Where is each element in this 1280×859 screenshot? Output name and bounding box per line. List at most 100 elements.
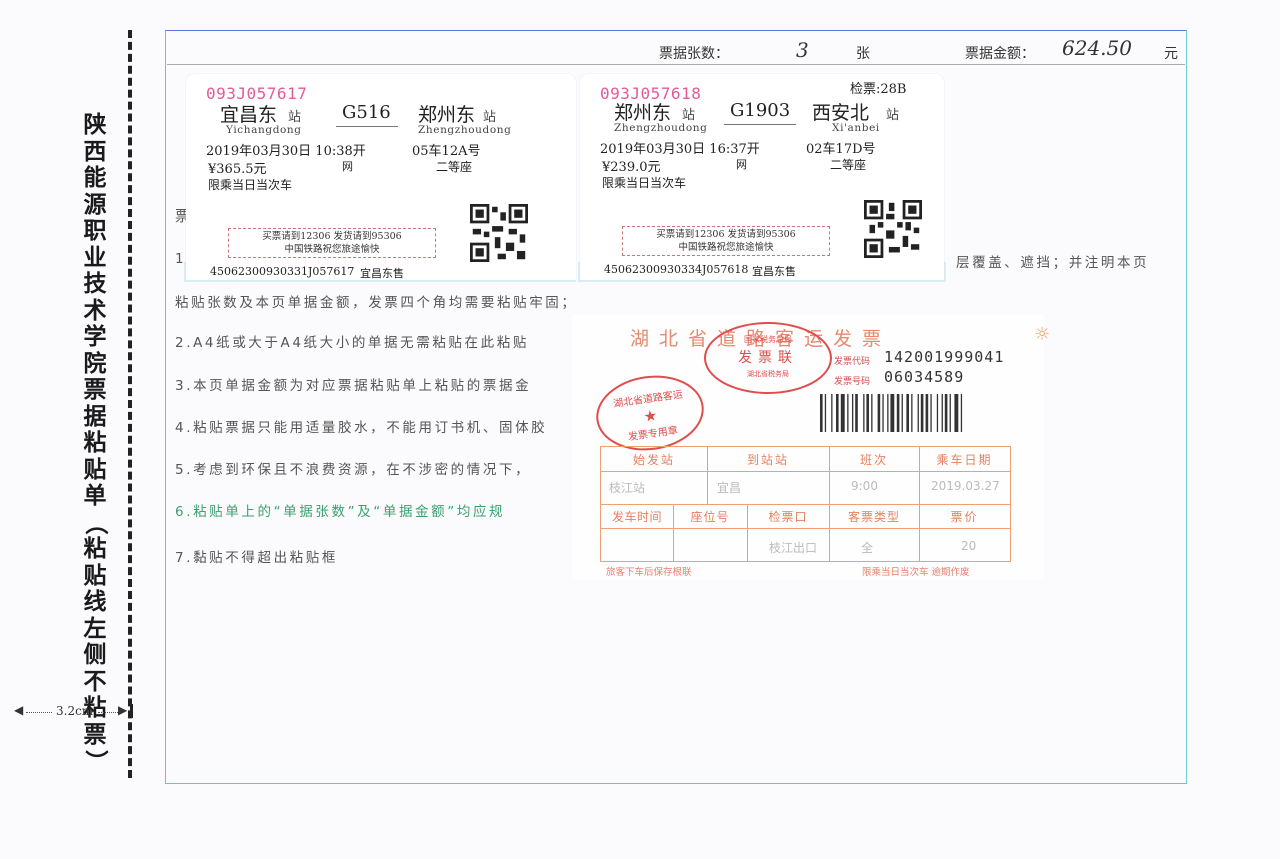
ticket-1-from: 宜昌东 xyxy=(220,104,278,126)
invoice-company-seal: 湖北省道路客运 ★ 发票专用章 xyxy=(591,368,709,458)
grid-value-ticket-type: 全 xyxy=(861,541,874,555)
ticket-1-note: 买票请到12306 发货请到95306 中国铁路祝您旅途愉快 xyxy=(228,228,436,258)
count-unit: 张 xyxy=(856,46,870,62)
ticket-1: 093J057617 宜昌东 站 Yichangdong G516 郑州东 站 … xyxy=(186,74,576,280)
arrow-right-icon: ▶ xyxy=(118,703,128,717)
count-value: 3 xyxy=(796,38,809,62)
ticket-1-seat: 05车12A号 xyxy=(412,144,481,159)
ticket-2-from-suffix: 站 xyxy=(682,108,696,123)
grid-header-origin: 始发站 xyxy=(632,453,675,467)
count-label: 票据张数： xyxy=(659,46,729,62)
grid-header-price: 票价 xyxy=(950,510,979,524)
tax-stamp-bottom: 湖北省税务局 xyxy=(747,370,789,378)
ticket-2-footer-station: 宜昌东售 xyxy=(752,265,796,278)
instruction-4: 4.粘贴票据只能用适量胶水，不能用订书机、固体胶 xyxy=(175,420,548,436)
grid-header-date: 乘车日期 xyxy=(936,453,993,467)
grid-header-gate: 检票口 xyxy=(768,510,808,524)
invoice-foot-right: 限乘当日当次车 逾期作废 xyxy=(862,567,970,578)
ticket-1-train-underline xyxy=(336,126,398,127)
measure-dotted-right xyxy=(98,712,118,713)
ticket-1-qr-icon xyxy=(470,204,528,262)
ticket-2-note-line2: 中国铁路祝您旅途愉快 xyxy=(678,242,774,253)
ticket-1-to: 郑州东 xyxy=(418,104,476,126)
side-title-paren-close: ） xyxy=(82,749,109,773)
sun-mark-icon: ☼ xyxy=(1034,324,1051,345)
ticket-2-seat: 02车17D号 xyxy=(806,142,876,157)
ticket-1-from-pinyin: Yichangdong xyxy=(226,124,302,136)
ticket-2-to: 西安北 xyxy=(812,102,870,124)
ticket-1-footer-code: 45062300930331J057617 xyxy=(210,265,355,278)
ticket-2-from-pinyin: Zhengzhoudong xyxy=(614,122,708,134)
instruction-1b: 粘贴张数及本页单据金额，发票四个角均需要粘贴牢固； xyxy=(175,295,578,311)
ticket-2-check: 检票:28B xyxy=(850,82,907,97)
tax-stamp-top: 国家税务总局 xyxy=(744,335,792,344)
bus-invoice: 湖北省道路客运发票 ☼ 发票代码 142001999041 发票号码 06034… xyxy=(572,314,1050,580)
grid-value-gate: 枝江出口 xyxy=(769,541,818,555)
grid-header-shift: 班次 xyxy=(859,453,888,467)
ticket-1-class: 二等座 xyxy=(436,160,473,174)
instruction-5: 5.考虑到环保且不浪费资源，在不涉密的情况下， xyxy=(175,462,532,478)
arrow-left-icon: ◀ xyxy=(14,703,24,717)
grid-value-shift: 9:00 xyxy=(851,479,878,493)
ticket-2-train-underline xyxy=(724,124,796,125)
instruction-7: 7.黏贴不得超出粘贴框 xyxy=(175,550,338,566)
side-title-paren-open: （ xyxy=(82,511,109,535)
grid-header-destination: 到站站 xyxy=(746,453,789,467)
ticket-1-footer-station: 宜昌东售 xyxy=(360,267,404,280)
grid-header-depart-time: 发车时间 xyxy=(611,510,662,524)
grid-value-date: 2019.03.27 xyxy=(931,479,1000,493)
ticket-1-to-pinyin: Zhengzhoudong xyxy=(418,124,512,136)
measure-dotted-left xyxy=(26,712,52,713)
invoice-code-label: 发票代码 xyxy=(834,357,871,367)
amount-unit: 元 xyxy=(1164,46,1178,62)
invoice-code: 142001999041 xyxy=(884,348,1005,366)
instruction-2: 2.A4纸或大于A4纸大小的单据无需粘贴在此粘贴 xyxy=(175,335,529,351)
ticket-1-price: ¥365.5元 xyxy=(208,162,267,177)
ticket-2-train: G1903 xyxy=(730,100,791,121)
ticket-1-note-line1: 买票请到12306 发货请到95306 xyxy=(262,231,402,242)
ticket-2-to-suffix: 站 xyxy=(886,108,900,123)
ticket-2-channel: 网 xyxy=(736,158,747,171)
amount-label: 票据金额： xyxy=(965,46,1035,62)
invoice-barcode-icon xyxy=(820,394,963,432)
ticket-1-limit: 限乘当日当次车 xyxy=(208,178,293,192)
ticket-1-from-suffix: 站 xyxy=(288,110,302,125)
invoice-number-label: 发票号码 xyxy=(834,377,871,387)
ticket-2-qr-icon xyxy=(864,200,922,258)
grid-value-destination: 宜昌 xyxy=(717,481,742,495)
instruction-1-right: 层覆盖、遮挡；并注明本页 xyxy=(956,255,1150,271)
grid-value-price: 20 xyxy=(961,539,977,553)
ticket-1-train: G516 xyxy=(342,102,391,123)
amount-value: 624.50 xyxy=(1062,36,1132,60)
grid-header-seat: 座位号 xyxy=(690,510,730,524)
ticket-2-to-pinyin: Xi'anbei xyxy=(832,122,880,134)
invoice-number: 06034589 xyxy=(884,368,965,386)
ticket-2-class: 二等座 xyxy=(830,158,867,172)
paste-line-dashed xyxy=(128,30,132,778)
ticket-2-price: ¥239.0元 xyxy=(602,160,661,175)
invoice-tax-stamp: 国家税务总局 发票联 湖北省税务局 xyxy=(704,322,832,394)
ticket-2-note-line1: 买票请到12306 发货请到95306 xyxy=(656,229,796,240)
ticket-2-limit: 限乘当日当次车 xyxy=(602,176,687,190)
ticket-1-note-line2: 中国铁路祝您旅途愉快 xyxy=(284,244,380,255)
measure-label: 3.2cm xyxy=(56,704,94,718)
header-divider xyxy=(167,64,1185,65)
ticket-2-footer-code: 45062300930334J057618 xyxy=(604,263,749,276)
tax-stamp-center: 发票联 xyxy=(738,350,798,366)
ticket-1-datetime: 2019年03月30日 10:38开 xyxy=(206,144,366,159)
invoice-grid: 始发站 到站站 班次 乘车日期 枝江站 宜昌 9:00 2019.03.27 发… xyxy=(600,446,1011,562)
side-title: 陕西能源职业技术学院票据粘贴单 （ 粘贴线左侧不粘票 ） xyxy=(78,112,112,775)
grid-header-ticket-type: 客票类型 xyxy=(847,510,900,524)
instruction-3: 3.本页单据金额为对应票据粘贴单上粘贴的票据金 xyxy=(175,378,532,394)
side-title-main: 陕西能源职业技术学院票据粘贴单 xyxy=(83,112,107,509)
ticket-1-channel: 网 xyxy=(342,160,353,173)
instruction-6: 6.粘贴单上的“单据张数”及“单据金额”均应规 xyxy=(175,504,506,520)
ticket-2-note: 买票请到12306 发货请到95306 中国铁路祝您旅途愉快 xyxy=(622,226,830,256)
ticket-2-from: 郑州东 xyxy=(614,102,672,124)
ticket-1-to-suffix: 站 xyxy=(483,110,497,125)
invoice-foot-left: 旅客下车后保存根联 xyxy=(606,567,692,578)
measure-indicator: ◀ 3.2cm ▶ xyxy=(14,703,134,720)
ticket-2-datetime: 2019年03月30日 16:37开 xyxy=(600,142,760,157)
measure-tick xyxy=(130,704,133,718)
ticket-2: 093J057618 检票:28B 郑州东 站 Zhengzhoudong G1… xyxy=(580,74,944,280)
